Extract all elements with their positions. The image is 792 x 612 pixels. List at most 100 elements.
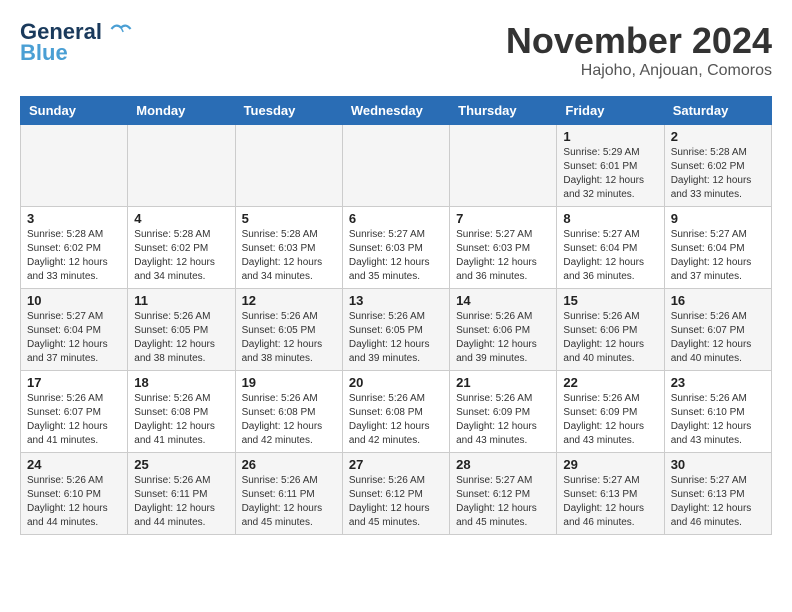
calendar-header-row: SundayMondayTuesdayWednesdayThursdayFrid… [21,97,772,125]
calendar-cell: 29Sunrise: 5:27 AM Sunset: 6:13 PM Dayli… [557,453,664,535]
day-info: Sunrise: 5:26 AM Sunset: 6:05 PM Dayligh… [349,310,443,366]
day-info: Sunrise: 5:27 AM Sunset: 6:13 PM Dayligh… [563,474,657,530]
day-info: Sunrise: 5:26 AM Sunset: 6:10 PM Dayligh… [671,392,765,448]
day-number: 12 [242,293,336,308]
calendar-cell: 14 Sunrise: 5:26 AM Sunset: 6:06 PM Dayli… [450,289,557,371]
calendar-week-row: 10 Sunrise: 5:27 AM Sunset: 6:04 PM Dayli… [21,289,772,371]
calendar-cell: 25 Sunrise: 5:26 AM Sunset: 6:11 PM Dayli… [128,453,235,535]
day-info: Sunrise: 5:28 AM Sunset: 6:02 PM Dayligh… [671,146,765,202]
calendar-cell: 4 Sunrise: 5:28 AM Sunset: 6:02 PM Daylig… [128,207,235,289]
day-header-tuesday: Tuesday [235,97,342,125]
day-info: Sunrise: 5:26 AM Sunset: 6:05 PM Dayligh… [242,310,336,366]
day-info: Sunrise: 5:26 AM Sunset: 6:09 PM Dayligh… [563,392,657,448]
calendar-cell: 10 Sunrise: 5:27 AM Sunset: 6:04 PM Dayli… [21,289,128,371]
calendar-cell: 23 Sunrise: 5:26 AM Sunset: 6:10 PM Dayli… [664,371,771,453]
day-info: Sunrise: 5:26 AM Sunset: 6:12 PM Dayligh… [349,474,443,530]
calendar-cell: 26Sunrise: 5:26 AM Sunset: 6:11 PM Dayli… [235,453,342,535]
logo-blue: Blue [20,40,68,66]
calendar-week-row: 17 Sunrise: 5:26 AM Sunset: 6:07 PM Dayli… [21,371,772,453]
day-number: 1 [563,129,657,144]
day-number: 13 [349,293,443,308]
day-number: 22 [563,375,657,390]
calendar-cell: 12 Sunrise: 5:26 AM Sunset: 6:05 PM Dayli… [235,289,342,371]
calendar-cell: 24Sunrise: 5:26 AM Sunset: 6:10 PM Dayli… [21,453,128,535]
day-number: 10 [27,293,121,308]
calendar-cell [21,125,128,207]
day-info: Sunrise: 5:28 AM Sunset: 6:03 PM Dayligh… [242,228,336,284]
calendar-cell: 15 Sunrise: 5:26 AM Sunset: 6:06 PM Dayli… [557,289,664,371]
day-info: Sunrise: 5:26 AM Sunset: 6:11 PM Dayligh… [242,474,336,530]
day-header-wednesday: Wednesday [342,97,449,125]
logo: General Blue [20,20,132,66]
calendar-cell: 9Sunrise: 5:27 AM Sunset: 6:04 PM Daylig… [664,207,771,289]
day-number: 17 [27,375,121,390]
day-info: Sunrise: 5:26 AM Sunset: 6:10 PM Dayligh… [27,474,121,530]
title-area: November 2024 Hajoho, Anjouan, Comoros [506,20,772,80]
calendar-cell: 27Sunrise: 5:26 AM Sunset: 6:12 PM Dayli… [342,453,449,535]
calendar-cell: 22 Sunrise: 5:26 AM Sunset: 6:09 PM Dayli… [557,371,664,453]
day-number: 18 [134,375,228,390]
day-number: 16 [671,293,765,308]
calendar-cell: 13 Sunrise: 5:26 AM Sunset: 6:05 PM Dayli… [342,289,449,371]
day-info: Sunrise: 5:26 AM Sunset: 6:07 PM Dayligh… [27,392,121,448]
day-number: 5 [242,211,336,226]
day-info: Sunrise: 5:29 AM Sunset: 6:01 PM Dayligh… [563,146,657,202]
day-header-friday: Friday [557,97,664,125]
day-number: 15 [563,293,657,308]
calendar-cell: 30Sunrise: 5:27 AM Sunset: 6:13 PM Dayli… [664,453,771,535]
calendar-cell [342,125,449,207]
day-number: 20 [349,375,443,390]
day-info: Sunrise: 5:26 AM Sunset: 6:09 PM Dayligh… [456,392,550,448]
month-title: November 2024 [506,20,772,62]
day-info: Sunrise: 5:26 AM Sunset: 6:11 PM Dayligh… [134,474,228,530]
calendar-cell: 3Sunrise: 5:28 AM Sunset: 6:02 PM Daylig… [21,207,128,289]
day-header-monday: Monday [128,97,235,125]
day-info: Sunrise: 5:26 AM Sunset: 6:08 PM Dayligh… [134,392,228,448]
day-header-thursday: Thursday [450,97,557,125]
day-number: 4 [134,211,228,226]
day-info: Sunrise: 5:27 AM Sunset: 6:03 PM Dayligh… [349,228,443,284]
page-header: General Blue November 2024 Hajoho, Anjou… [20,20,772,80]
calendar-cell [450,125,557,207]
day-number: 8 [563,211,657,226]
day-number: 19 [242,375,336,390]
day-info: Sunrise: 5:26 AM Sunset: 6:06 PM Dayligh… [456,310,550,366]
day-info: Sunrise: 5:28 AM Sunset: 6:02 PM Dayligh… [134,228,228,284]
calendar-week-row: 24Sunrise: 5:26 AM Sunset: 6:10 PM Dayli… [21,453,772,535]
calendar-table: SundayMondayTuesdayWednesdayThursdayFrid… [20,96,772,535]
day-info: Sunrise: 5:27 AM Sunset: 6:04 PM Dayligh… [563,228,657,284]
calendar-cell: 1 Sunrise: 5:29 AM Sunset: 6:01 PM Daylig… [557,125,664,207]
calendar-cell: 11 Sunrise: 5:26 AM Sunset: 6:05 PM Dayli… [128,289,235,371]
calendar-cell: 7Sunrise: 5:27 AM Sunset: 6:03 PM Daylig… [450,207,557,289]
calendar-cell: 19Sunrise: 5:26 AM Sunset: 6:08 PM Dayli… [235,371,342,453]
logo-bird-icon [110,21,132,37]
day-number: 23 [671,375,765,390]
day-info: Sunrise: 5:27 AM Sunset: 6:13 PM Dayligh… [671,474,765,530]
calendar-cell: 16 Sunrise: 5:26 AM Sunset: 6:07 PM Dayli… [664,289,771,371]
day-header-sunday: Sunday [21,97,128,125]
calendar-cell: 6 Sunrise: 5:27 AM Sunset: 6:03 PM Daylig… [342,207,449,289]
calendar-cell: 18 Sunrise: 5:26 AM Sunset: 6:08 PM Dayli… [128,371,235,453]
location: Hajoho, Anjouan, Comoros [506,62,772,80]
day-info: Sunrise: 5:27 AM Sunset: 6:12 PM Dayligh… [456,474,550,530]
day-number: 25 [134,457,228,472]
day-info: Sunrise: 5:26 AM Sunset: 6:05 PM Dayligh… [134,310,228,366]
day-info: Sunrise: 5:26 AM Sunset: 6:08 PM Dayligh… [349,392,443,448]
day-info: Sunrise: 5:26 AM Sunset: 6:06 PM Dayligh… [563,310,657,366]
day-info: Sunrise: 5:26 AM Sunset: 6:07 PM Dayligh… [671,310,765,366]
day-number: 2 [671,129,765,144]
day-number: 11 [134,293,228,308]
day-number: 6 [349,211,443,226]
calendar-cell: 5 Sunrise: 5:28 AM Sunset: 6:03 PM Daylig… [235,207,342,289]
calendar-cell [128,125,235,207]
day-number: 21 [456,375,550,390]
day-number: 14 [456,293,550,308]
calendar-cell: 21 Sunrise: 5:26 AM Sunset: 6:09 PM Dayli… [450,371,557,453]
calendar-cell: 28 Sunrise: 5:27 AM Sunset: 6:12 PM Dayli… [450,453,557,535]
calendar-cell: 8 Sunrise: 5:27 AM Sunset: 6:04 PM Daylig… [557,207,664,289]
day-info: Sunrise: 5:27 AM Sunset: 6:03 PM Dayligh… [456,228,550,284]
calendar-week-row: 1 Sunrise: 5:29 AM Sunset: 6:01 PM Daylig… [21,125,772,207]
day-number: 28 [456,457,550,472]
calendar-cell: 2 Sunrise: 5:28 AM Sunset: 6:02 PM Daylig… [664,125,771,207]
day-info: Sunrise: 5:27 AM Sunset: 6:04 PM Dayligh… [27,310,121,366]
